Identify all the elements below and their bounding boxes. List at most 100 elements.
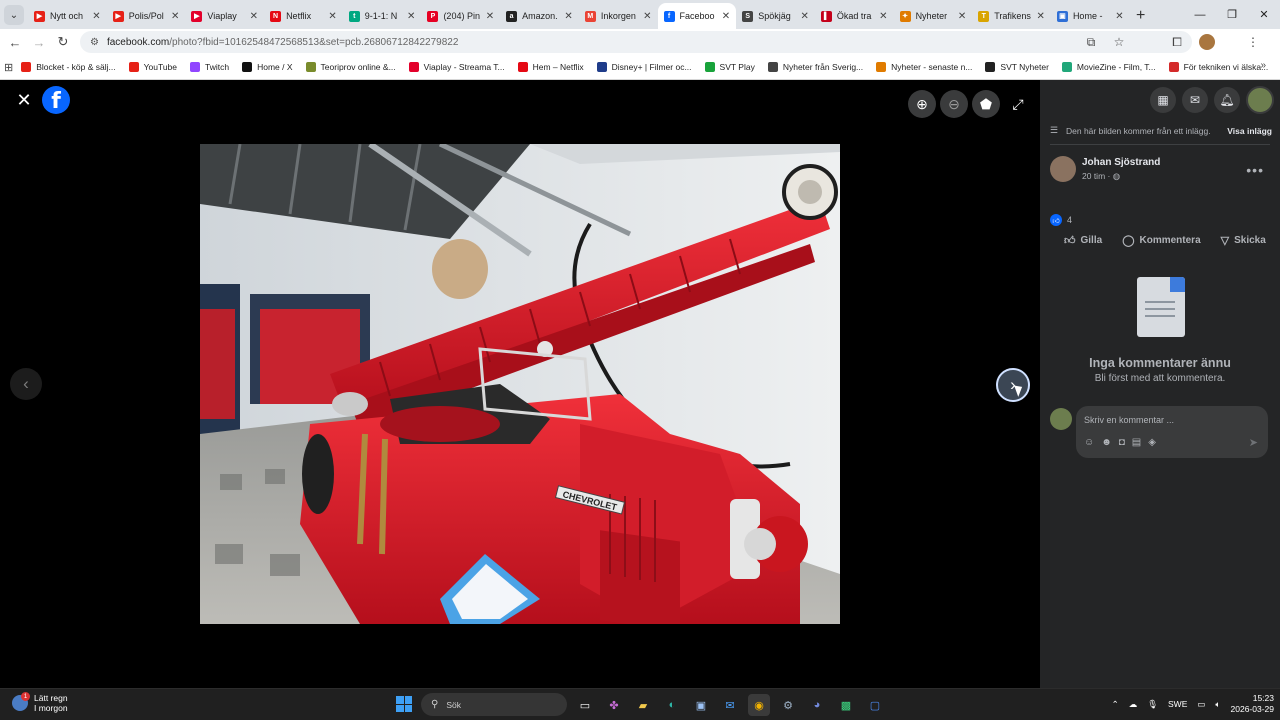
network-icon[interactable]: ▭ <box>1197 699 1205 710</box>
author-avatar[interactable] <box>1050 156 1076 182</box>
install-app-icon[interactable]: ⧉ <box>1078 31 1104 53</box>
menu-grid-icon[interactable]: ▦ <box>1150 87 1176 113</box>
bookmark-item[interactable]: Blocket - köp & sälj... <box>21 62 116 72</box>
browser-tab[interactable]: T Trafikens ✕ <box>972 3 1051 29</box>
bookmark-item[interactable]: Home / X <box>242 62 293 72</box>
copilot-icon[interactable]: ✤ <box>603 694 625 716</box>
bookmark-item[interactable]: Nyheter från Sverig... <box>767 62 863 72</box>
bookmark-item[interactable]: SVT Play <box>704 62 755 72</box>
tab-close-icon[interactable]: ✕ <box>958 11 966 22</box>
windows-start-icon[interactable] <box>396 696 412 712</box>
more-bookmarks-icon[interactable]: » <box>1260 60 1266 71</box>
tab-close-icon[interactable]: ✕ <box>92 11 100 22</box>
tray-chevron-icon[interactable]: ⌃ <box>1112 699 1119 710</box>
minimize-icon[interactable]: — <box>1184 0 1216 29</box>
send-comment-icon[interactable]: ➤ <box>1249 436 1258 449</box>
emoji-icon[interactable]: ☻ <box>1101 437 1112 448</box>
bookmark-item[interactable]: MovieZine - Film, T... <box>1061 62 1156 72</box>
tab-close-icon[interactable]: ✕ <box>328 11 336 22</box>
view-post-link[interactable]: Visa inlägg <box>1227 126 1272 136</box>
store-icon[interactable]: ▣ <box>690 694 712 716</box>
bookmark-item[interactable]: SVT Nyheter <box>985 62 1049 72</box>
mail-icon[interactable]: ✉ <box>719 694 741 716</box>
bookmark-item[interactable]: YouTube <box>128 62 177 72</box>
cloud-icon[interactable]: ☁ <box>1129 699 1138 710</box>
sticker-icon[interactable]: ◈ <box>1148 437 1156 448</box>
restore-icon[interactable]: ❐ <box>1216 0 1248 29</box>
messenger-icon[interactable]: ✉ <box>1182 87 1208 113</box>
browser-tab[interactable]: M Inkorgen ✕ <box>579 3 658 29</box>
bookmark-item[interactable]: Viaplay - Streama T... <box>408 62 505 72</box>
browser-tab[interactable]: N Netflix ✕ <box>264 3 343 29</box>
fullscreen-icon[interactable]: ⤢ <box>1004 90 1032 118</box>
bookmark-item[interactable]: Teoriprov online &... <box>305 62 396 72</box>
comment-input[interactable]: Skriv en kommentar ... ☺ ☻ ◘ ▤ ◈ ➤ <box>1076 406 1268 458</box>
task-view-icon[interactable]: ▭ <box>574 694 596 716</box>
tab-close-icon[interactable]: ✕ <box>250 11 258 22</box>
tab-close-icon[interactable]: ✕ <box>800 11 808 22</box>
volume-icon[interactable]: 🔈︎ <box>1215 699 1220 710</box>
reload-button[interactable]: ↻ <box>51 30 75 54</box>
browser-tab[interactable]: ▣ Home - ✕ <box>1051 3 1130 29</box>
account-avatar[interactable] <box>1246 86 1274 114</box>
camera-icon[interactable]: ◘ <box>1119 437 1125 448</box>
clock[interactable]: 15:23 2026-03-29 <box>1231 693 1274 715</box>
weather-widget[interactable]: 1 Lätt regn I morgon <box>12 692 68 713</box>
browser-tab[interactable]: ▶ Nytt och ✕ <box>28 3 107 29</box>
microphone-icon[interactable]: 🎙︎ <box>1147 699 1158 710</box>
tag-icon[interactable]: ⬟ <box>972 90 1000 118</box>
bookmark-item[interactable]: Hem – Netflix <box>517 62 584 72</box>
browser-tab[interactable]: P (204) Pin ✕ <box>421 3 500 29</box>
file-explorer-icon[interactable]: ▰ <box>632 694 654 716</box>
tab-close-icon[interactable]: ✕ <box>1115 11 1123 22</box>
apps-grid-icon[interactable]: ⊞ <box>4 58 13 76</box>
browser-tab[interactable]: ✦ Nyheter ✕ <box>894 3 973 29</box>
edge-icon[interactable]: ◐ <box>661 694 683 716</box>
previous-photo-button[interactable]: ‹ <box>10 368 42 400</box>
more-options-icon[interactable]: ••• <box>1246 162 1264 178</box>
zoom-in-icon[interactable]: ⊕ <box>908 90 936 118</box>
menu-icon[interactable]: ⋮ <box>1240 31 1266 53</box>
browser-tab[interactable]: ▌ Ökad tra ✕ <box>815 3 894 29</box>
tab-close-icon[interactable]: ✕ <box>407 11 415 22</box>
taskbar-search[interactable]: ⚲ Sök <box>421 693 567 716</box>
notifications-bell-icon[interactable]: 🔔︎ <box>1214 87 1240 113</box>
tab-close-icon[interactable]: ✕ <box>722 11 730 22</box>
author-name[interactable]: Johan Sjöstrand <box>1082 157 1160 168</box>
discord-icon[interactable]: ◕ <box>806 694 828 716</box>
close-window-icon[interactable]: ✕ <box>1248 0 1280 29</box>
bookmark-star-icon[interactable]: ☆ <box>1106 31 1132 53</box>
browser-tab[interactable]: a Amazon. ✕ <box>500 3 579 29</box>
profile-avatar[interactable] <box>1199 34 1215 50</box>
teams-icon[interactable]: ▢ <box>864 694 886 716</box>
forward-button[interactable]: → <box>27 30 51 54</box>
tab-search-button[interactable]: ⌄ <box>4 5 24 25</box>
language-indicator[interactable]: SWE <box>1168 699 1187 709</box>
reaction-summary[interactable]: 👍︎ 4 <box>1050 214 1072 226</box>
site-info-icon[interactable]: ⚙ <box>90 37 99 48</box>
bookmark-item[interactable]: Nyheter - senaste n... <box>876 62 972 72</box>
address-bar[interactable]: ⚙ facebook.com/photo?fbid=10162548472568… <box>80 31 1192 53</box>
game-app-icon[interactable]: ▩ <box>835 694 857 716</box>
bookmark-item[interactable]: Disney+ | Filmer oc... <box>596 62 692 72</box>
chrome-icon[interactable]: ◉ <box>748 694 770 716</box>
back-button[interactable]: ← <box>3 30 27 54</box>
extensions-icon[interactable]: ⧠ <box>1164 31 1190 53</box>
comment-button[interactable]: ◯ Kommentera <box>1122 234 1200 247</box>
browser-tab[interactable]: S Spökjäg ✕ <box>736 3 815 29</box>
like-button[interactable]: 👍︎ Gilla <box>1064 234 1102 247</box>
tab-close-icon[interactable]: ✕ <box>171 11 179 22</box>
bookmark-item[interactable]: Twitch <box>190 62 229 72</box>
share-button[interactable]: ▽ Skicka <box>1221 234 1266 247</box>
tab-close-icon[interactable]: ✕ <box>879 11 887 22</box>
tab-close-icon[interactable]: ✕ <box>1037 11 1045 22</box>
new-tab-button[interactable]: + <box>1130 5 1152 27</box>
avatar-sticker-icon[interactable]: ☺ <box>1084 437 1094 448</box>
browser-tab[interactable]: ▶ Viaplay ✕ <box>185 3 264 29</box>
tab-close-icon[interactable]: ✕ <box>564 11 572 22</box>
tab-close-icon[interactable]: ✕ <box>486 11 494 22</box>
bookmark-item[interactable]: För tekniken vi älska... <box>1168 62 1268 72</box>
browser-tab[interactable]: f Faceboo ✕ <box>657 3 737 29</box>
gif-icon[interactable]: ▤ <box>1132 437 1141 448</box>
tab-close-icon[interactable]: ✕ <box>643 11 651 22</box>
